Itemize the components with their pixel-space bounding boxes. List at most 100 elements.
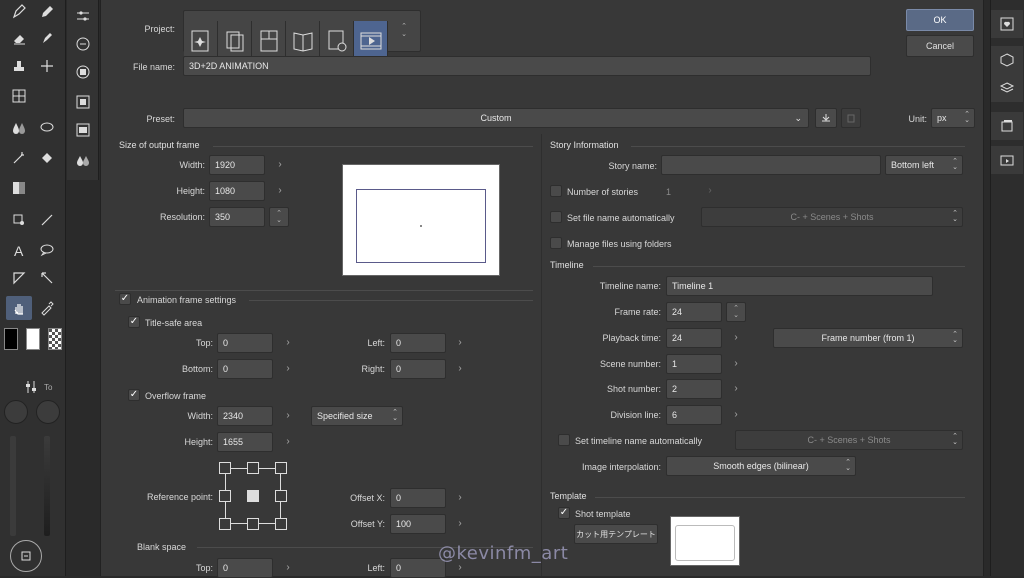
pen-icon[interactable]	[6, 0, 32, 24]
project-scroll-arrows[interactable]: ⌃ ⌄	[388, 11, 420, 51]
shot-number-input[interactable]: 2	[666, 379, 722, 399]
color-wheel-left[interactable]	[4, 400, 28, 424]
division-line-input[interactable]: 6	[666, 405, 722, 425]
grid-panel-icon[interactable]	[70, 90, 96, 114]
scene-number-chevron-icon[interactable]: ›	[731, 358, 741, 369]
overflow-width-input[interactable]: 2340	[217, 406, 273, 426]
frame-border-icon[interactable]	[6, 266, 32, 290]
eraser-icon[interactable]	[6, 26, 32, 50]
left-input[interactable]: 0	[390, 333, 446, 353]
left-chevron-icon[interactable]: ›	[455, 337, 465, 348]
eyedropper-icon[interactable]	[34, 296, 60, 320]
width-chevron-icon[interactable]: ›	[275, 159, 285, 170]
manage-files-checkbox[interactable]	[550, 237, 562, 249]
overflow-frame-checkbox[interactable]: ✓	[128, 389, 140, 401]
undo-history-icon[interactable]	[10, 540, 42, 572]
shot-template-checkbox[interactable]: ✓	[558, 507, 570, 519]
ref-center[interactable]	[247, 490, 259, 502]
blank-top-chevron-icon[interactable]: ›	[283, 562, 293, 573]
blank-top-input[interactable]: 0	[217, 558, 273, 578]
division-line-chevron-icon[interactable]: ›	[731, 409, 741, 420]
main-color-swatch[interactable]	[4, 328, 18, 350]
circle-frame-icon[interactable]	[70, 60, 96, 84]
ref-middle-left[interactable]	[219, 490, 231, 502]
sub-color-swatch[interactable]	[26, 328, 40, 350]
ref-middle-right[interactable]	[275, 490, 287, 502]
ink-drops-icon[interactable]	[70, 148, 96, 172]
ruler-icon[interactable]	[34, 266, 60, 290]
opacity-slider[interactable]	[44, 436, 50, 536]
width-input[interactable]: 1920	[209, 155, 265, 175]
ref-bottom-left[interactable]	[219, 518, 231, 530]
number-of-stories-checkbox[interactable]	[550, 185, 562, 197]
shot-number-chevron-icon[interactable]: ›	[731, 383, 741, 394]
color-slider-icon[interactable]	[22, 378, 40, 396]
timeline-name-input[interactable]: Timeline 1	[666, 276, 933, 296]
cancel-button[interactable]: Cancel	[906, 35, 974, 57]
file-name-input[interactable]: 3D+2D ANIMATION	[183, 56, 871, 76]
line-icon[interactable]	[34, 208, 60, 232]
size-mode-dropdown[interactable]: Specified size ⌃ ⌄	[311, 406, 403, 426]
resolution-input[interactable]: 350	[209, 207, 265, 227]
fill-bucket-icon[interactable]	[34, 146, 60, 170]
bottom-chevron-icon[interactable]: ›	[283, 363, 293, 374]
offset-y-chevron-icon[interactable]: ›	[455, 518, 465, 529]
frame-rate-spinner[interactable]: ⌃ ⌄	[726, 302, 746, 322]
print-settings-project-icon[interactable]	[320, 21, 354, 61]
height-chevron-icon[interactable]: ›	[275, 185, 285, 196]
speech-balloon-icon[interactable]	[34, 238, 60, 262]
title-safe-checkbox[interactable]: ✓	[128, 316, 140, 328]
playback-time-chevron-icon[interactable]: ›	[731, 332, 741, 343]
illustration-project-icon[interactable]	[184, 21, 218, 61]
settings-sliders-icon[interactable]	[70, 4, 96, 28]
resolution-spinner[interactable]: ⌃ ⌄	[269, 207, 289, 227]
right-chevron-icon[interactable]: ›	[455, 363, 465, 374]
right-input[interactable]: 0	[390, 359, 446, 379]
ref-bottom-center[interactable]	[247, 518, 259, 530]
playback-time-input[interactable]: 24	[666, 328, 722, 348]
comic-project-icon[interactable]	[218, 21, 252, 61]
story-name-input[interactable]	[661, 155, 881, 175]
ref-top-left[interactable]	[219, 462, 231, 474]
magic-wand-icon[interactable]	[6, 146, 32, 170]
panel-tab-label[interactable]: To	[44, 383, 52, 397]
pencil-icon[interactable]	[34, 0, 60, 24]
register-preset-icon[interactable]	[815, 108, 837, 128]
layers-icon[interactable]	[991, 74, 1023, 102]
material-icon[interactable]	[991, 46, 1023, 74]
favorites-icon[interactable]	[991, 10, 1023, 38]
stamp-icon[interactable]	[6, 54, 32, 78]
book-project-icon[interactable]	[286, 21, 320, 61]
sparkle-icon[interactable]	[34, 54, 60, 78]
offset-x-input[interactable]: 0	[390, 488, 446, 508]
ref-bottom-right[interactable]	[275, 518, 287, 530]
top-chevron-icon[interactable]: ›	[283, 337, 293, 348]
overflow-width-chevron-icon[interactable]: ›	[283, 410, 293, 421]
image-interpolation-dropdown[interactable]: Smooth edges (bilinear) ⌃ ⌄	[666, 456, 856, 476]
film-panel-icon[interactable]	[70, 118, 96, 142]
bottom-input[interactable]: 0	[217, 359, 273, 379]
mesh-transform-icon[interactable]	[6, 84, 32, 108]
scene-number-input[interactable]: 1	[666, 354, 722, 374]
brush-size-slider[interactable]	[10, 436, 16, 536]
set-timeline-name-checkbox[interactable]	[558, 434, 570, 446]
template-select-button[interactable]: カット用テンプレート	[574, 524, 658, 544]
layer-transfer-icon[interactable]	[70, 32, 96, 56]
unit-dropdown[interactable]: px ⌃ ⌄	[931, 108, 975, 128]
lasso-icon[interactable]	[34, 116, 60, 140]
overflow-height-input[interactable]: 1655	[217, 432, 273, 452]
timeline-panel-icon[interactable]	[991, 146, 1023, 174]
frame-number-dropdown[interactable]: Frame number (from 1) ⌃ ⌄	[773, 328, 963, 348]
ok-button[interactable]: OK	[906, 9, 974, 31]
color-wheel-right[interactable]	[36, 400, 60, 424]
height-input[interactable]: 1080	[209, 181, 265, 201]
set-file-name-checkbox[interactable]	[550, 211, 562, 223]
story-position-dropdown[interactable]: Bottom left ⌃ ⌄	[885, 155, 963, 175]
offset-x-chevron-icon[interactable]: ›	[455, 492, 465, 503]
navigator-icon[interactable]	[991, 112, 1023, 140]
preset-dropdown[interactable]: Custom ⌄	[183, 108, 809, 128]
transparent-color-swatch[interactable]	[48, 328, 62, 350]
ref-top-center[interactable]	[247, 462, 259, 474]
ref-top-right[interactable]	[275, 462, 287, 474]
gradient-icon[interactable]	[6, 176, 32, 200]
